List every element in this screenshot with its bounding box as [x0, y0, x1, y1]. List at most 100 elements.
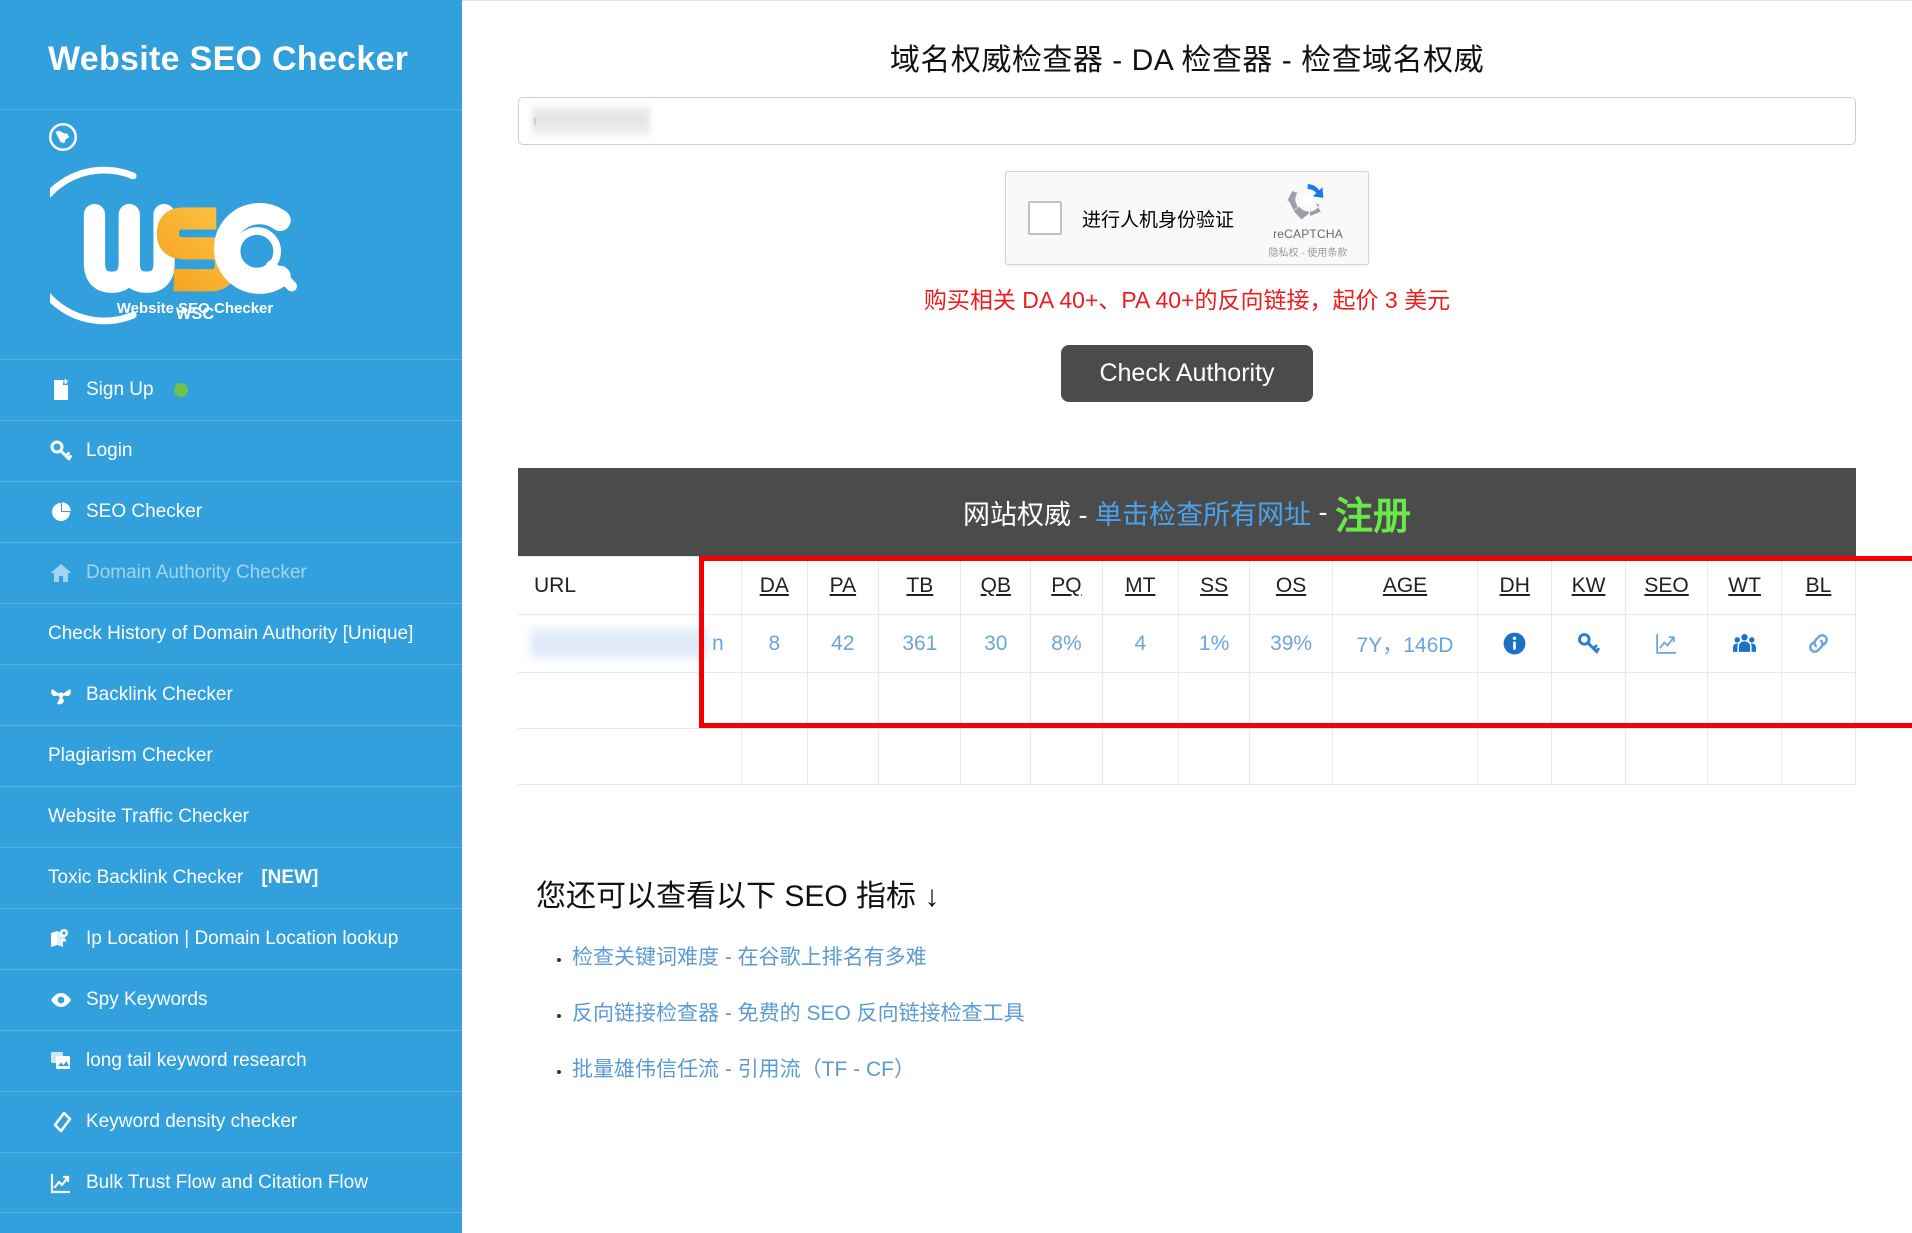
- cell-empty: [1477, 672, 1553, 729]
- column-label: URL: [534, 573, 577, 597]
- cta-zone: Check Authority: [462, 345, 1912, 402]
- cell-empty: [878, 728, 962, 785]
- cell-empty: [1249, 672, 1333, 729]
- cell-empty: [741, 672, 808, 729]
- extra-link-trust-flow[interactable]: 批量雄伟信任流 - 引用流（TF - CF）: [572, 1058, 915, 1081]
- column-header-pq[interactable]: PQ: [1030, 556, 1103, 615]
- sidebar-item-website-traffic-checker[interactable]: Website Traffic Checker: [0, 786, 462, 847]
- result-banner-link[interactable]: 单击检查所有网址: [1095, 493, 1311, 532]
- sidebar-item-login[interactable]: Login: [0, 420, 462, 481]
- column-header-wt[interactable]: WT: [1707, 556, 1783, 615]
- cell-seo[interactable]: [1624, 614, 1709, 673]
- sidebar-item-label: long tail keyword research: [86, 1050, 307, 1071]
- result-banner-signup-link[interactable]: 注册: [1335, 485, 1411, 540]
- sidebar: Website SEO Checker WSC Website SEO Chec…: [0, 0, 462, 1233]
- cell-url[interactable]: n: [518, 614, 743, 673]
- column-header-da[interactable]: DA: [741, 556, 808, 615]
- new-badge: [NEW]: [261, 867, 319, 888]
- sidebar-item-seo-checker[interactable]: SEO Checker: [0, 481, 462, 542]
- info-icon[interactable]: [1478, 631, 1551, 656]
- column-header-ss[interactable]: SS: [1177, 556, 1251, 615]
- table-row: n 8 42 361 30 8% 4 1% 39% 7Y，146D: [518, 614, 1856, 673]
- extra-metrics-section: 您还可以查看以下 SEO 指标 ↓ 检查关键词难度 - 在谷歌上排名有多难 反向…: [536, 871, 1912, 1083]
- column-header-bl[interactable]: BL: [1781, 556, 1856, 615]
- table-row-empty: [518, 728, 1856, 785]
- list-item: 检查关键词难度 - 在谷歌上排名有多难: [572, 941, 1912, 971]
- sidebar-item-label: Ip Location | Domain Location lookup: [86, 928, 399, 949]
- map-pin-icon: [48, 926, 74, 952]
- cell-empty: [1331, 728, 1479, 785]
- cards-icon: [48, 1048, 74, 1074]
- status-dot-icon: [173, 383, 188, 397]
- eye-icon: [48, 987, 74, 1013]
- sidebar-item-domain-authority-checker[interactable]: Domain Authority Checker: [0, 542, 462, 603]
- cell-kw[interactable]: [1551, 614, 1626, 673]
- column-label: OS: [1275, 573, 1307, 597]
- column-label: AGE: [1382, 573, 1428, 597]
- backlink-icon: [48, 682, 74, 708]
- sidebar-item-long-tail-keyword-research[interactable]: long tail keyword research: [0, 1030, 462, 1091]
- sidebar-item-sign-up[interactable]: Sign Up: [0, 359, 462, 420]
- sidebar-item-keyword-density-checker[interactable]: Keyword density checker: [0, 1091, 462, 1152]
- recaptcha-brand: reCAPTCHA 隐私权 - 使用条款: [1260, 177, 1356, 259]
- sidebar-item-label: Sign Up: [86, 379, 154, 400]
- recaptcha-legal[interactable]: 隐私权 - 使用条款: [1260, 244, 1356, 259]
- sidebar-item-bulk-trust-flow[interactable]: Bulk Trust Flow and Citation Flow: [0, 1152, 462, 1213]
- column-header-dh[interactable]: DH: [1477, 556, 1553, 615]
- sidebar-item-toxic-backlink-checker[interactable]: Toxic Backlink Checker [NEW]: [0, 847, 462, 908]
- url-input-row: [462, 79, 1912, 145]
- cell-da: 8: [741, 614, 808, 673]
- cell-bl[interactable]: [1781, 614, 1856, 673]
- column-header-kw[interactable]: KW: [1551, 556, 1626, 615]
- cell-os: 39%: [1249, 614, 1333, 673]
- url-input[interactable]: [518, 97, 1856, 145]
- cell-empty: [1707, 728, 1783, 785]
- recaptcha-widget[interactable]: 进行人机身份验证 reCAPTCHA 隐私权 - 使用条款: [1005, 171, 1369, 265]
- extra-link-backlink-checker[interactable]: 反向链接检查器 - 免费的 SEO 反向链接检查工具: [572, 1002, 1025, 1025]
- cell-empty: [1177, 728, 1251, 785]
- promo-text[interactable]: 购买相关 DA 40+、PA 40+的反向链接，起价 3 美元: [462, 281, 1912, 315]
- globe-icon: [48, 122, 78, 152]
- cell-dh[interactable]: [1477, 614, 1553, 673]
- cell-empty: [806, 728, 880, 785]
- line-chart-icon[interactable]: [1626, 631, 1707, 656]
- home-icon: [48, 560, 74, 586]
- sidebar-item-label: Bulk Trust Flow and Citation Flow: [86, 1171, 368, 1193]
- cell-empty: [1331, 672, 1479, 729]
- cell-pa: 42: [806, 614, 880, 673]
- sidebar-item-check-history[interactable]: Check History of Domain Authority [Uniqu…: [0, 603, 462, 664]
- sidebar-item-ip-location[interactable]: Ip Location | Domain Location lookup: [0, 908, 462, 969]
- sidebar-item-label: Check History of Domain Authority [Uniqu…: [48, 623, 414, 644]
- sidebar-item-label: Keyword density checker: [86, 1111, 298, 1132]
- cell-empty: [1030, 672, 1103, 729]
- results-table: URL DA PA TB QB PQ MT SS OS AGE DH KW SE…: [518, 556, 1856, 785]
- key-icon[interactable]: [1552, 631, 1625, 656]
- extra-metrics-list: 检查关键词难度 - 在谷歌上排名有多难 反向链接检查器 - 免费的 SEO 反向…: [536, 941, 1912, 1083]
- sidebar-item-plagiarism-checker[interactable]: Plagiarism Checker: [0, 725, 462, 786]
- cell-wt[interactable]: [1707, 614, 1783, 673]
- sidebar-item-label: SEO Checker: [86, 501, 203, 522]
- users-icon[interactable]: [1708, 631, 1781, 656]
- extra-link-keyword-difficulty[interactable]: 检查关键词难度 - 在谷歌上排名有多难: [572, 946, 927, 969]
- column-header-pa[interactable]: PA: [806, 556, 880, 615]
- sidebar-item-spy-keywords[interactable]: Spy Keywords: [0, 969, 462, 1030]
- cell-pq: 8%: [1030, 614, 1103, 673]
- cell-empty-url: [518, 728, 743, 785]
- recaptcha-checkbox[interactable]: [1028, 201, 1062, 235]
- main-content: 域名权威检查器 - DA 检查器 - 检查域名权威 进行人机身份验证: [462, 0, 1912, 1233]
- column-label: WT: [1728, 573, 1761, 597]
- sidebar-item-label: Plagiarism Checker: [48, 745, 213, 766]
- extra-metrics-title: 您还可以查看以下 SEO 指标 ↓: [536, 880, 940, 913]
- tag-icon: [48, 1109, 74, 1135]
- column-label: PA: [829, 573, 857, 597]
- column-header-age[interactable]: AGE: [1331, 556, 1479, 615]
- column-header-seo[interactable]: SEO: [1624, 556, 1709, 615]
- column-header-qb[interactable]: QB: [960, 556, 1032, 615]
- column-header-os[interactable]: OS: [1249, 556, 1333, 615]
- link-icon[interactable]: [1782, 631, 1855, 656]
- sidebar-item-backlink-checker[interactable]: Backlink Checker: [0, 664, 462, 725]
- check-authority-button[interactable]: Check Authority: [1061, 345, 1313, 402]
- column-header-mt[interactable]: MT: [1101, 556, 1179, 615]
- logo-caption: Website SEO Checker: [116, 300, 274, 317]
- column-header-tb[interactable]: TB: [878, 556, 962, 615]
